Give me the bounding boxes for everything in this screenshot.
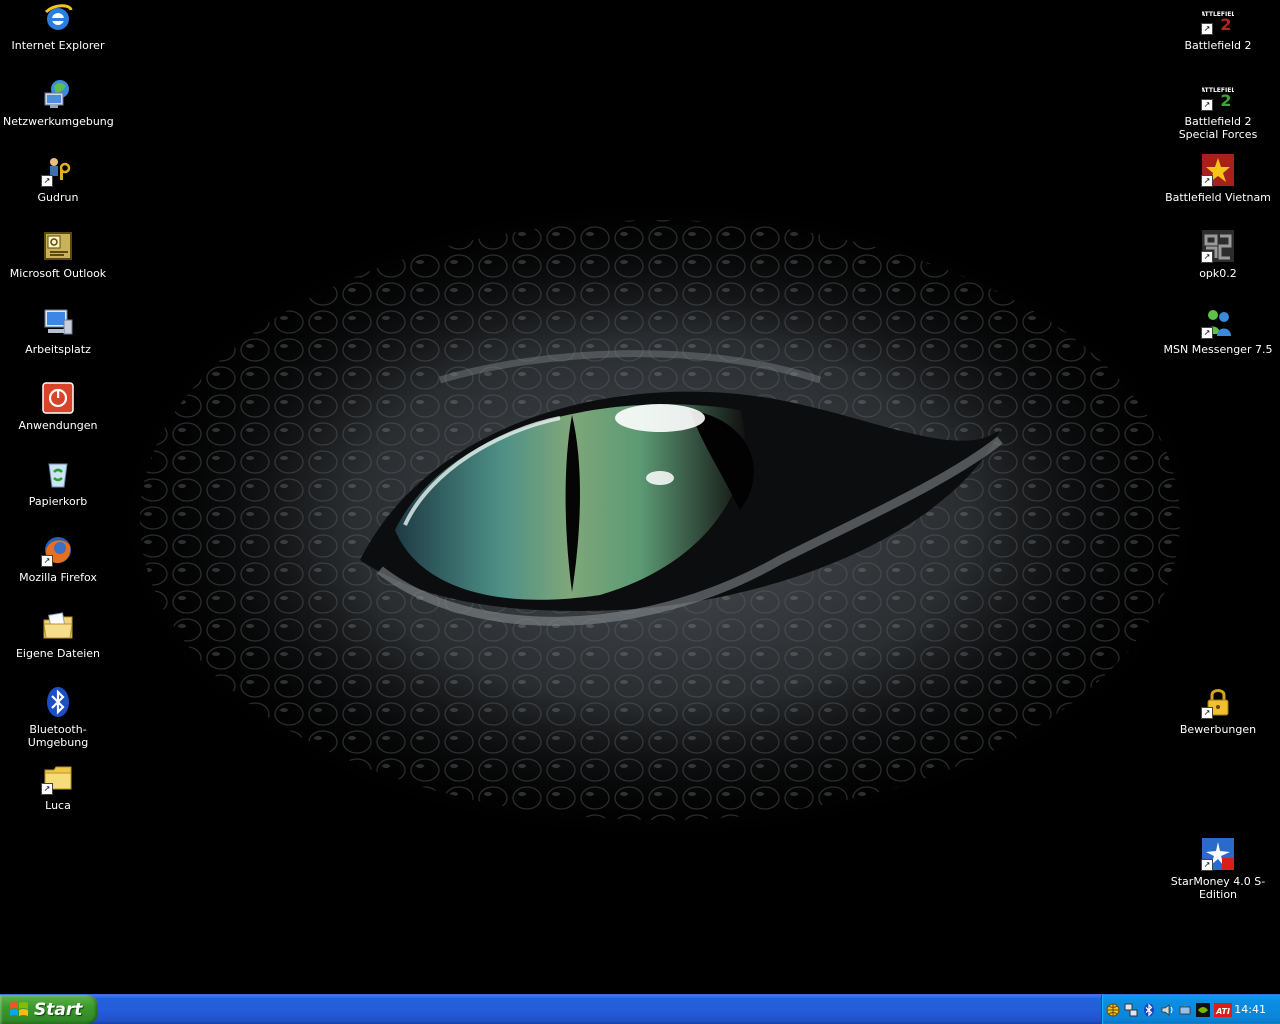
shortcut-arrow-icon: ↗ [41, 783, 53, 795]
desktop-icon-battlefield-2[interactable]: BATTLEFIELD2 ↗ Battlefield 2 [1160, 2, 1276, 52]
desktop-icon-label: Battlefield 2 Special Forces [1178, 115, 1258, 141]
globe-icon[interactable] [1106, 1003, 1120, 1017]
desktop-icon-label: Bluetooth-Umgebung [27, 723, 89, 749]
battlefield2-icon: BATTLEFIELD2 ↗ [1201, 2, 1234, 35]
start-button[interactable]: Start [0, 995, 98, 1024]
windows-logo-icon [10, 1001, 28, 1016]
desktop-icon-papierkorb[interactable]: Papierkorb [0, 458, 116, 508]
shortcut-arrow-icon: ↗ [1201, 175, 1213, 187]
svg-text:2: 2 [1220, 91, 1231, 110]
desktop-icon-label: Luca [45, 799, 71, 812]
desktop-icon-mozilla-firefox[interactable]: ↗ Mozilla Firefox [0, 534, 116, 584]
gudrun-shortcut-icon: ↗ [41, 154, 74, 187]
sound-icon[interactable] [1160, 1003, 1174, 1017]
my-computer-icon [42, 306, 74, 338]
desktop-icon-label: opk0.2 [1199, 267, 1237, 280]
ati-label: ATI [1215, 1007, 1230, 1016]
desktop-icon-bluetooth-umgebung[interactable]: Bluetooth-Umgebung [0, 686, 116, 749]
desktop-icon-arbeitsplatz[interactable]: Arbeitsplatz [0, 306, 116, 356]
battlefield-vietnam-icon: ↗ [1201, 154, 1234, 187]
shortcut-arrow-icon: ↗ [1201, 859, 1213, 871]
desktop-icon-microsoft-outlook[interactable]: Microsoft Outlook [0, 230, 116, 280]
desktop-icon-gudrun[interactable]: ↗ Gudrun [0, 154, 116, 204]
firefox-icon: ↗ [41, 534, 74, 567]
outlook-icon [42, 230, 74, 262]
desktop-icon-battlefield-vietnam[interactable]: ↗ Battlefield Vietnam [1160, 154, 1276, 204]
desktop-icon-luca[interactable]: ↗ Luca [0, 762, 116, 812]
ati-icon[interactable]: ATI [1214, 1002, 1232, 1017]
bluetooth-icon [42, 686, 74, 718]
desktop-icon-label: Battlefield Vietnam [1165, 191, 1271, 204]
bluetooth-tray-icon[interactable] [1142, 1003, 1156, 1017]
shortcut-arrow-icon: ↗ [1201, 707, 1213, 719]
desktop-icon-label: Gudrun [37, 191, 79, 204]
system-tray: ATI 14:41 [1101, 995, 1280, 1024]
desktop-icon-label: Battlefield 2 [1184, 39, 1252, 52]
desktop-wallpaper [0, 0, 1280, 994]
shortcut-arrow-icon: ↗ [1201, 99, 1213, 111]
desktop-icon-label: StarMoney 4.0 S-Edition [1170, 875, 1266, 901]
battlefield2-sf-icon: BATTLEFIELD2 ↗ [1201, 78, 1234, 111]
opk-icon: ↗ [1201, 230, 1234, 263]
desktop-icon-label: Netzwerkumgebung [3, 115, 114, 128]
network-places-icon [42, 78, 74, 110]
internet-explorer-icon [42, 2, 74, 34]
desktop-icon-label: Microsoft Outlook [9, 267, 107, 280]
shortcut-arrow-icon: ↗ [41, 175, 53, 187]
shortcut-arrow-icon: ↗ [1201, 23, 1213, 35]
desktop-icon-bewerbungen[interactable]: ↗ Bewerbungen [1160, 686, 1276, 736]
desktop-icon-msn-messenger[interactable]: ↗ MSN Messenger 7.5 [1160, 306, 1276, 356]
safely-remove-icon[interactable] [1178, 1003, 1192, 1017]
recycle-bin-icon [42, 458, 74, 490]
desktop-icon-opk[interactable]: ↗ opk0.2 [1160, 230, 1276, 280]
taskbar: Start ATI 14:41 [0, 994, 1280, 1024]
desktop-icon-label: MSN Messenger 7.5 [1163, 343, 1273, 356]
dragon-eye-image [100, 190, 1220, 850]
svg-text:2: 2 [1220, 15, 1231, 34]
desktop-icon-starmoney[interactable]: ↗ StarMoney 4.0 S-Edition [1160, 838, 1276, 901]
start-button-label: Start [34, 999, 83, 1020]
folder-shortcut-icon: ↗ [41, 762, 74, 795]
network-icon[interactable] [1124, 1003, 1138, 1017]
desktop-icon-label: Arbeitsplatz [25, 343, 91, 356]
desktop-icon-netzwerkumgebung[interactable]: Netzwerkumgebung [0, 78, 116, 128]
desktop-icon-label: Anwendungen [18, 419, 98, 432]
locked-folder-icon: ↗ [1201, 686, 1234, 719]
desktop-icon-anwendungen[interactable]: Anwendungen [0, 382, 116, 432]
clock[interactable]: 14:41 [1234, 1003, 1266, 1016]
shortcut-arrow-icon: ↗ [41, 555, 53, 567]
desktop-icon-eigene-dateien[interactable]: Eigene Dateien [0, 610, 116, 660]
desktop-icon-label: Bewerbungen [1179, 723, 1257, 736]
desktop-icon-battlefield-2-special-forces[interactable]: BATTLEFIELD2 ↗ Battlefield 2 Special For… [1160, 78, 1276, 141]
nvidia-icon[interactable] [1196, 1002, 1210, 1017]
desktop-icon-label: Internet Explorer [11, 39, 105, 52]
msn-messenger-icon: ↗ [1201, 306, 1234, 339]
desktop-icon-internet-explorer[interactable]: Internet Explorer [0, 2, 116, 52]
desktop-icon-label: Eigene Dateien [15, 647, 101, 660]
desktop-icon-label: Papierkorb [28, 495, 88, 508]
starmoney-icon: ↗ [1201, 838, 1234, 871]
shortcut-arrow-icon: ↗ [1201, 251, 1213, 263]
shortcut-arrow-icon: ↗ [1201, 327, 1213, 339]
my-documents-icon [42, 610, 74, 642]
desktop-icon-label: Mozilla Firefox [19, 571, 97, 584]
applications-icon [42, 382, 74, 414]
